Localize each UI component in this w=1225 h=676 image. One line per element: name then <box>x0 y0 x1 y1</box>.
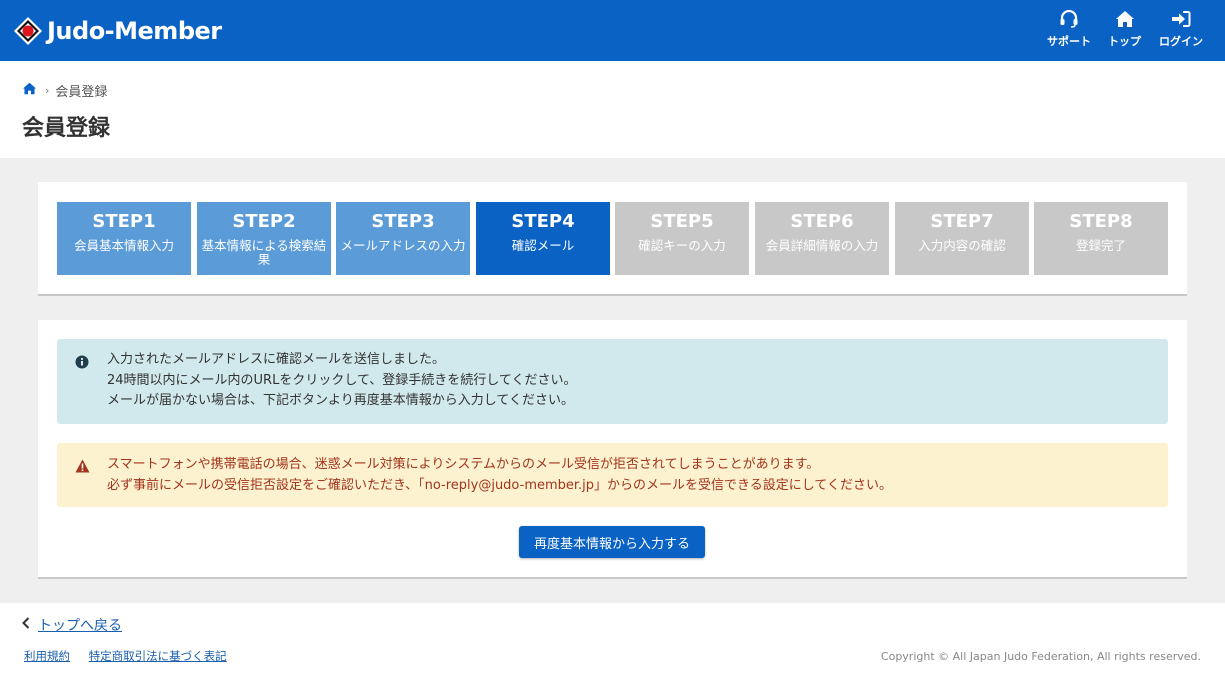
step-progress-card: STEP1 会員基本情報入力 STEP2 基本情報による検索結果 STEP3 メ… <box>38 182 1187 296</box>
main-card: 入力されたメールアドレスに確認メールを送信しました。 24時間以内にメール内のU… <box>38 320 1187 579</box>
info-line: 24時間以内にメール内のURLをクリックして、登録手続きを続行してください。 <box>107 372 577 388</box>
info-line: メールが届かない場合は、下記ボタンより再度基本情報から入力してください。 <box>107 393 574 408</box>
step-number: STEP8 <box>1069 211 1133 232</box>
step-label: 会員詳細情報の入力 <box>765 238 879 253</box>
terms-link[interactable]: 利用規約 <box>24 649 70 663</box>
top-nav-button[interactable]: トップ <box>1108 10 1141 49</box>
login-label: ログイン <box>1159 35 1203 48</box>
step-number: STEP1 <box>92 211 156 232</box>
login-nav-button[interactable]: ログイン <box>1159 10 1203 49</box>
step-label: 登録完了 <box>1075 238 1126 253</box>
step-label: メールアドレスの入力 <box>340 238 466 253</box>
warning-line: スマートフォンや携帯電話の場合、迷惑メール対策によりシステムからのメール受信が拒… <box>107 457 820 472</box>
site-logo[interactable]: Judo-Member <box>14 17 222 45</box>
footer-links: 利用規約 特定商取引法に基づく表記 <box>24 648 242 664</box>
headset-icon <box>1059 10 1079 28</box>
step-number: STEP5 <box>650 211 714 232</box>
step-1: STEP1 会員基本情報入力 <box>57 202 191 275</box>
step-number: STEP7 <box>930 211 994 232</box>
step-7: STEP7 入力内容の確認 <box>895 202 1029 275</box>
home-breadcrumb-icon[interactable] <box>22 82 37 99</box>
breadcrumb: › 会員登録 <box>22 81 107 100</box>
back-to-top: トップへ戻る <box>22 615 122 635</box>
step-number: STEP3 <box>371 211 435 232</box>
info-circle-icon <box>75 354 89 373</box>
step-2: STEP2 基本情報による検索結果 <box>197 202 331 275</box>
back-to-top-link[interactable]: トップへ戻る <box>38 615 122 635</box>
site-header: Judo-Member サポート トップ ログイン <box>0 0 1225 61</box>
step-6: STEP6 会員詳細情報の入力 <box>755 202 889 275</box>
step-4: STEP4 確認メール <box>476 202 610 275</box>
copyright-text: Copyright © All Japan Judo Federation, A… <box>880 650 1201 663</box>
step-3: STEP3 メールアドレスの入力 <box>336 202 470 275</box>
step-number: STEP2 <box>232 211 296 232</box>
breadcrumb-current: 会員登録 <box>55 85 108 100</box>
logo-diamond-icon <box>14 17 42 45</box>
home-icon <box>1115 10 1135 28</box>
warning-alert: スマートフォンや携帯電話の場合、迷惑メール対策によりシステムからのメール受信が拒… <box>57 443 1168 507</box>
logo-text: Judo-Member <box>47 17 222 45</box>
top-label: トップ <box>1108 35 1141 48</box>
support-label: サポート <box>1047 35 1091 48</box>
step-label: 確認キーの入力 <box>638 238 726 253</box>
info-line: 入力されたメールアドレスに確認メールを送信しました。 <box>107 352 446 367</box>
page-title: 会員登録 <box>22 116 111 141</box>
step-5: STEP5 確認キーの入力 <box>615 202 749 275</box>
step-label: 確認メール <box>511 238 575 253</box>
warning-line: 必ず事前にメールの受信拒否設定をご確認いただき、「no-reply@judo-m… <box>107 477 893 493</box>
sign-in-icon <box>1171 10 1191 28</box>
step-label: 入力内容の確認 <box>918 238 1006 253</box>
chevron-left-icon <box>22 617 30 633</box>
chevron-right-icon: › <box>45 84 50 97</box>
reenter-basic-info-button[interactable]: 再度基本情報から入力する <box>519 526 705 558</box>
warning-triangle-icon <box>75 458 90 477</box>
step-number: STEP4 <box>511 211 575 232</box>
support-nav-button[interactable]: サポート <box>1047 10 1091 49</box>
step-number: STEP6 <box>790 211 854 232</box>
info-alert: 入力されたメールアドレスに確認メールを送信しました。 24時間以内にメール内のU… <box>57 339 1168 424</box>
step-8: STEP8 登録完了 <box>1034 202 1168 275</box>
step-label: 基本情報による検索結果 <box>201 238 327 267</box>
step-label: 会員基本情報入力 <box>73 238 174 253</box>
commerce-law-link[interactable]: 特定商取引法に基づく表記 <box>89 649 227 663</box>
